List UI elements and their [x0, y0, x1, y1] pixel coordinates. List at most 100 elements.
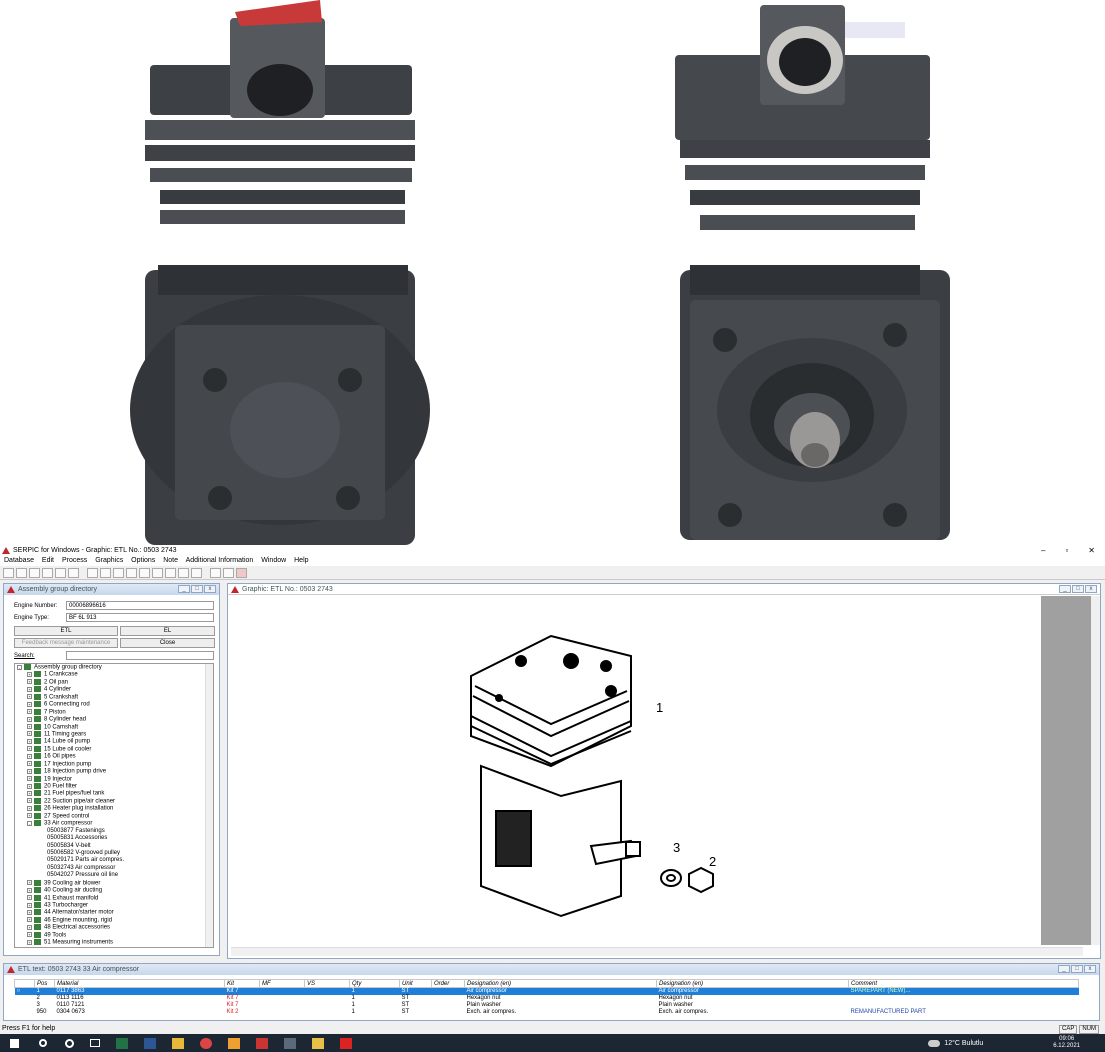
menu-options[interactable]: Options: [131, 557, 155, 564]
tree-node-item[interactable]: - 33 Air compressor: [15, 820, 213, 827]
tree-node-item[interactable]: +16 Oil pipes: [15, 753, 213, 760]
chrome-app-icon[interactable]: [200, 1037, 212, 1049]
tree-node-item[interactable]: +22 Suction pipe/air cleaner: [15, 797, 213, 805]
context-help-icon[interactable]: [223, 567, 234, 578]
expand-icon[interactable]: +: [27, 805, 32, 811]
close-panel-button[interactable]: x: [204, 585, 216, 593]
back-arrow-icon[interactable]: [178, 567, 189, 578]
expand-icon[interactable]: +: [27, 798, 32, 804]
tree-node-item[interactable]: +15 Lube oil cooler: [15, 745, 213, 753]
col-qty[interactable]: Qty: [349, 979, 400, 988]
tree-node-item[interactable]: +40 Cooling air ducting: [15, 887, 213, 894]
tree-node-item[interactable]: +39 Cooling air blower: [15, 879, 213, 887]
expand-icon[interactable]: +: [27, 902, 32, 908]
expand-icon[interactable]: +: [27, 932, 32, 938]
col-designation-1[interactable]: Designation (en): [464, 979, 657, 988]
expand-icon[interactable]: +: [27, 679, 32, 685]
col-pos[interactable]: Pos: [34, 979, 55, 988]
tree-node-item[interactable]: +4 Cylinder: [15, 686, 213, 693]
tree-node-item[interactable]: - Assembly group directory: [15, 664, 213, 671]
expand-icon[interactable]: +: [27, 694, 32, 700]
exploded-view-drawing[interactable]: 1 3 2: [231, 596, 1031, 945]
assembly-tree[interactable]: - Assembly group directory +1 Crankcase +2 …: [14, 663, 214, 948]
collapse-icon[interactable]: -: [27, 820, 32, 826]
tree-node-item[interactable]: +19 Injector: [15, 775, 213, 783]
maximize-panel-button[interactable]: □: [1072, 585, 1084, 593]
expand-icon[interactable]: +: [27, 939, 32, 945]
tree-node-item[interactable]: +11 Timing gears: [15, 730, 213, 738]
word-app-icon[interactable]: [144, 1037, 156, 1049]
minimize-button[interactable]: –: [1041, 545, 1045, 556]
tree-node-item[interactable]: +26 Heater plug installation: [15, 805, 213, 812]
graphic-vertical-scrollbar[interactable]: [1091, 596, 1100, 945]
tree-node-item[interactable]: +18 Injection pump drive: [15, 768, 213, 775]
app-icon[interactable]: [228, 1037, 240, 1049]
expand-icon[interactable]: +: [27, 701, 32, 707]
expand-icon[interactable]: +: [27, 909, 32, 915]
menu-help[interactable]: Help: [294, 557, 308, 564]
toolbar-button[interactable]: [113, 567, 124, 578]
close-panel-button[interactable]: x: [1084, 965, 1096, 973]
tree-node-item[interactable]: +44 Alternator/starter motor: [15, 909, 213, 916]
tree-leaf-item[interactable]: 05005831 Accessories: [15, 835, 213, 842]
menu-note[interactable]: Note: [163, 557, 178, 564]
col-material[interactable]: Material: [54, 979, 225, 988]
tree-node-item[interactable]: +14 Lube oil pump: [15, 738, 213, 745]
toolbar-button[interactable]: [42, 567, 53, 578]
cortana-icon[interactable]: [65, 1038, 74, 1048]
task-view-icon[interactable]: [90, 1039, 100, 1047]
maximize-button[interactable]: ▫: [1065, 545, 1068, 556]
tree-node-item[interactable]: +20 Fuel filter: [15, 783, 213, 790]
tree-node-item[interactable]: +10 Camshaft: [15, 723, 213, 731]
weather-icon[interactable]: [928, 1039, 941, 1047]
expand-icon[interactable]: +: [27, 917, 32, 923]
expand-icon[interactable]: +: [27, 738, 32, 744]
toolbar-button[interactable]: [139, 567, 150, 578]
expand-icon[interactable]: +: [27, 924, 32, 930]
etl-button[interactable]: ETL: [14, 626, 118, 636]
etl-table-row[interactable]: 3 0110 7121 Kit 7 1 ST Plain washer Plain wash…: [15, 1002, 1079, 1009]
tree-leaf-item[interactable]: 05003877 Fastenings: [15, 828, 213, 835]
search-input[interactable]: [66, 651, 214, 660]
expand-icon[interactable]: +: [27, 731, 32, 737]
tree-node-item[interactable]: +21 Fuel pipes/fuel tank: [15, 790, 213, 797]
tree-leaf-item[interactable]: 05042027 Pressure oil line: [15, 872, 213, 879]
tree-node-item[interactable]: +49 Tools: [15, 931, 213, 939]
weather-text[interactable]: 12°C Bulutlu: [944, 1040, 983, 1047]
expand-icon[interactable]: +: [27, 880, 32, 886]
tree-node-item[interactable]: +8 Cylinder head: [15, 716, 213, 723]
tree-node-item[interactable]: +2 Oil pan: [15, 678, 213, 686]
help-icon[interactable]: [210, 567, 221, 578]
tree-scrollbar[interactable]: [205, 664, 213, 947]
print-icon[interactable]: [68, 567, 79, 578]
col-vs[interactable]: VS: [304, 979, 350, 988]
expand-icon[interactable]: +: [27, 746, 32, 752]
expand-icon[interactable]: +: [27, 761, 32, 767]
tree-node-item[interactable]: +5 Crankshaft: [15, 693, 213, 701]
toolbar-button[interactable]: [152, 567, 163, 578]
close-panel-button[interactable]: x: [1085, 585, 1097, 593]
menu-window[interactable]: Window: [261, 557, 286, 564]
col-unit[interactable]: Unit: [399, 979, 432, 988]
expand-icon[interactable]: +: [27, 716, 32, 722]
col-designation-2[interactable]: Designation (en): [656, 979, 849, 988]
expand-icon[interactable]: +: [27, 724, 32, 729]
etl-table-row[interactable]: 2 0113 1116 Kit 7 1 ST Hexagon nut Hexagon nut: [15, 995, 1079, 1002]
excel-app-icon[interactable]: [116, 1037, 128, 1049]
col-kit[interactable]: Kit: [224, 979, 260, 988]
col-order[interactable]: Order: [431, 979, 465, 988]
expand-icon[interactable]: +: [27, 813, 32, 819]
open-icon[interactable]: [100, 567, 111, 578]
tree-node-item[interactable]: +46 Engine mounting, rigid: [15, 916, 213, 924]
tree-node-item[interactable]: +27 Speed control: [15, 812, 213, 820]
expand-icon[interactable]: +: [27, 790, 32, 796]
tree-leaf-item[interactable]: 05006582 V-grooved pulley: [15, 850, 213, 857]
close-button[interactable]: Close: [120, 638, 215, 648]
el-button[interactable]: EL: [120, 626, 215, 636]
app-icon[interactable]: [340, 1037, 352, 1049]
toolbar-button[interactable]: [55, 567, 66, 578]
toolbar-button[interactable]: [16, 567, 27, 578]
search-icon[interactable]: [39, 1039, 47, 1047]
minimize-panel-button[interactable]: _: [1058, 965, 1070, 973]
col-mf[interactable]: MF: [259, 979, 305, 988]
